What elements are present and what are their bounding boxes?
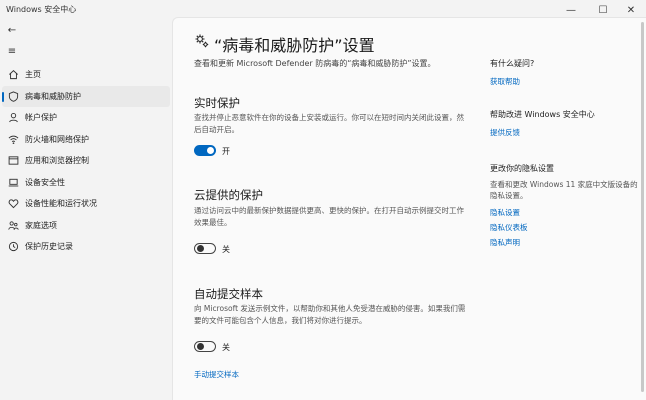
manual-submit-link[interactable]: 手动提交样本 xyxy=(194,369,239,380)
privacy-text: 查看和更改 Windows 11 家庭中文版设备的隐私设置。 xyxy=(490,180,638,200)
section-title-sample-submission: 自动提交样本 xyxy=(194,287,263,301)
nav-label: 家庭选项 xyxy=(25,220,57,230)
sample-submission-toggle[interactable] xyxy=(194,341,216,352)
nav-label: 帐户保护 xyxy=(25,113,57,123)
cloud-protection-toggle[interactable] xyxy=(194,243,216,254)
privacy-dashboard-link[interactable]: 隐私仪表板 xyxy=(490,220,640,235)
nav-list: 主页 病毒和威胁防护 帐户保护 防火墙和网络保护 应用和浏览器控制 设备安全性 … xyxy=(0,64,172,258)
nav-label: 保护历史记录 xyxy=(25,242,73,252)
section-desc-realtime: 查找并停止恶意软件在你的设备上安装或运行。你可以在短时间内关闭此设置，然后自动开… xyxy=(194,113,464,134)
improve-heading: 帮助改进 Windows 安全中心 xyxy=(490,110,595,119)
nav-item-device-security[interactable]: 设备安全性 xyxy=(0,172,172,194)
nav-item-account-protection[interactable]: 帐户保护 xyxy=(0,107,172,129)
help-block: 有什么疑问? 获取帮助 xyxy=(490,58,640,89)
menu-button[interactable]: ≡ xyxy=(4,44,20,58)
nav-label: 应用和浏览器控制 xyxy=(25,156,89,166)
family-icon xyxy=(7,219,19,231)
nav-item-family-options[interactable]: 家庭选项 xyxy=(0,215,172,237)
laptop-icon xyxy=(7,176,19,188)
nav-item-device-health[interactable]: 设备性能和运行状况 xyxy=(0,193,172,215)
get-help-link[interactable]: 获取帮助 xyxy=(490,74,640,89)
wifi-icon xyxy=(7,133,19,145)
shield-icon xyxy=(7,90,19,102)
nav-label: 病毒和威胁防护 xyxy=(25,91,81,101)
nav-item-virus-protection[interactable]: 病毒和威胁防护 xyxy=(2,85,170,107)
privacy-heading: 更改你的隐私设置 xyxy=(490,164,554,173)
toggle-knob xyxy=(197,245,204,252)
nav-item-home[interactable]: 主页 xyxy=(0,64,172,86)
sample-toggle-label: 关 xyxy=(222,343,230,352)
sidebar: ← ≡ 主页 病毒和威胁防护 帐户保护 防火墙和网络保护 应用和浏览器控制 设备… xyxy=(0,20,172,400)
toggle-knob xyxy=(197,343,204,350)
settings-gear-icon xyxy=(194,33,210,49)
home-icon xyxy=(7,69,19,81)
help-heading: 有什么疑问? xyxy=(490,59,535,68)
give-feedback-link[interactable]: 提供反馈 xyxy=(490,125,640,140)
section-desc-sample-submission: 向 Microsoft 发送示例文件，以帮助你和其他人免受潜在威胁的侵害。如果我… xyxy=(194,304,466,325)
nav-item-app-browser-control[interactable]: 应用和浏览器控制 xyxy=(0,150,172,172)
realtime-toggle-label: 开 xyxy=(222,147,230,156)
scrollbar[interactable] xyxy=(641,22,644,392)
section-title-realtime: 实时保护 xyxy=(194,96,240,110)
back-button[interactable]: ← xyxy=(4,23,20,37)
section-desc-cloud: 通过访问云中的最新保护数据提供更高、更快的保护。在打开自动示例提交时工作效果最佳… xyxy=(194,206,464,227)
privacy-settings-link[interactable]: 隐私设置 xyxy=(490,205,640,220)
nav-label: 防火墙和网络保护 xyxy=(25,134,89,144)
privacy-statement-link[interactable]: 隐私声明 xyxy=(490,235,640,250)
heart-icon xyxy=(7,198,19,210)
nav-item-firewall[interactable]: 防火墙和网络保护 xyxy=(0,129,172,151)
nav-label: 设备性能和运行状况 xyxy=(25,199,97,209)
page-description: 查看和更新 Microsoft Defender 防病毒的“病毒和威胁防护”设置… xyxy=(194,59,436,68)
nav-item-protection-history[interactable]: 保护历史记录 xyxy=(0,236,172,258)
cloud-toggle-label: 关 xyxy=(222,245,230,254)
main-content: “病毒和威胁防护”设置 查看和更新 Microsoft Defender 防病毒… xyxy=(172,17,646,400)
section-title-cloud: 云提供的保护 xyxy=(194,188,263,202)
toggle-knob xyxy=(207,147,214,154)
privacy-block: 更改你的隐私设置 查看和更改 Windows 11 家庭中文版设备的隐私设置。 … xyxy=(490,163,640,250)
person-icon xyxy=(7,112,19,124)
app-window-icon xyxy=(7,155,19,167)
history-icon xyxy=(7,241,19,253)
window-title: Windows 安全中心 xyxy=(6,5,77,14)
page-title: “病毒和威胁防护”设置 xyxy=(214,36,375,55)
realtime-protection-toggle[interactable] xyxy=(194,145,216,156)
nav-label: 设备安全性 xyxy=(25,177,65,187)
nav-label: 主页 xyxy=(25,70,41,80)
improve-block: 帮助改进 Windows 安全中心 提供反馈 xyxy=(490,109,640,140)
